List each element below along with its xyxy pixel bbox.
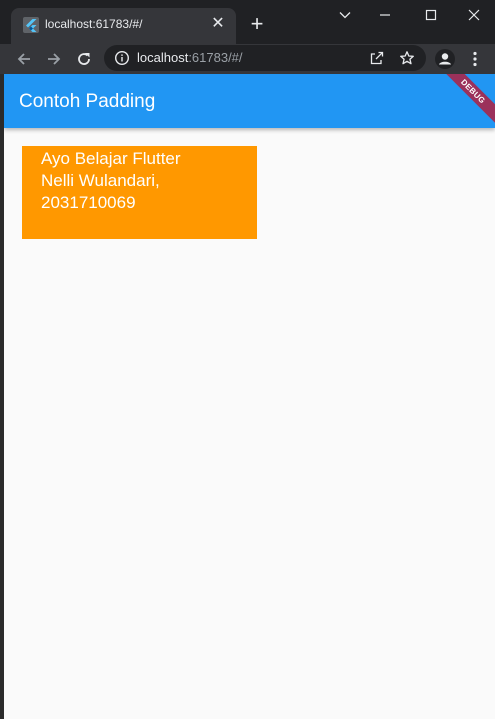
tab-strip: localhost:61783/#/ ✕ +	[0, 0, 495, 44]
container-text: Ayo Belajar Flutter Nelli Wulandari, 203…	[41, 148, 251, 214]
info-icon[interactable]	[114, 50, 130, 66]
person-icon[interactable]	[434, 48, 456, 70]
arrow-left-icon[interactable]	[13, 48, 35, 70]
maximize-icon[interactable]	[418, 4, 444, 26]
url-path: :61783/#/	[188, 50, 243, 65]
chevron-down-icon[interactable]	[332, 4, 358, 26]
browser-toolbar: localhost:61783/#/	[0, 44, 495, 74]
new-tab-button[interactable]: +	[246, 13, 268, 35]
padded-container: Ayo Belajar Flutter Nelli Wulandari, 203…	[22, 146, 257, 239]
tab-title: localhost:61783/#/	[45, 17, 143, 31]
close-tab-icon[interactable]: ✕	[208, 14, 228, 34]
reload-icon[interactable]	[73, 48, 95, 70]
share-icon[interactable]	[369, 50, 385, 66]
address-bar[interactable]: localhost:61783/#/	[104, 45, 426, 71]
text-line: Nelli Wulandari,	[41, 171, 160, 190]
more-vert-icon[interactable]	[464, 48, 486, 70]
arrow-right-icon[interactable]	[43, 48, 65, 70]
close-icon[interactable]	[461, 4, 487, 26]
url-host: localhost	[137, 50, 189, 65]
page-viewport: Contoh Padding DEBUG Ayo Belajar Flutter…	[4, 74, 495, 719]
text-line: Ayo Belajar Flutter	[41, 149, 181, 168]
app-bar: Contoh Padding	[4, 74, 495, 128]
text-line: 2031710069	[41, 193, 136, 212]
url-text: localhost:61783/#/	[137, 50, 243, 65]
browser-window: localhost:61783/#/ ✕ + localhost:61783/#…	[0, 0, 495, 719]
browser-tab[interactable]: localhost:61783/#/ ✕	[11, 8, 236, 44]
star-icon[interactable]	[399, 50, 415, 66]
app-bar-title: Contoh Padding	[19, 91, 156, 112]
flutter-icon	[23, 17, 39, 33]
minimize-icon[interactable]	[372, 4, 398, 26]
